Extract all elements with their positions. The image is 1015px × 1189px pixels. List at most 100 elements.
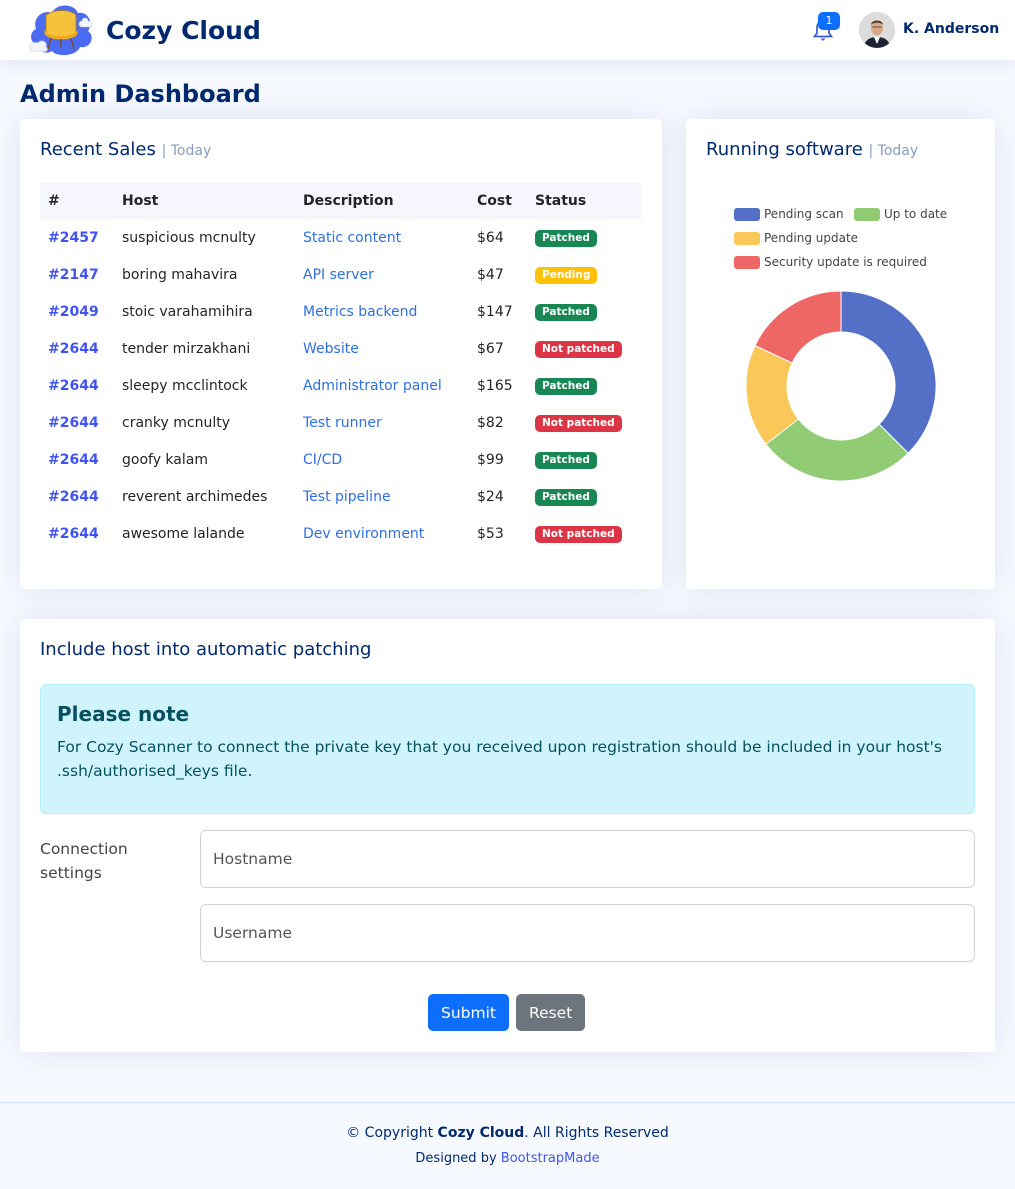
recent-sales-table: # Host Description Cost Status #2457 susp… bbox=[40, 183, 642, 552]
cell-cost: $82 bbox=[477, 414, 504, 431]
recent-sales-table-body: #2457 suspicious mcnulty Static content $64… bbox=[40, 219, 642, 552]
cell-status: Patched bbox=[527, 478, 642, 515]
user-avatar[interactable] bbox=[859, 12, 895, 48]
cell-id: #2644 bbox=[40, 478, 114, 515]
cell-id: #2457 bbox=[40, 219, 114, 256]
designer-link[interactable]: BootstrapMade bbox=[501, 1151, 600, 1166]
brand-name: Cozy Cloud bbox=[106, 15, 261, 45]
cell-id: #2644 bbox=[40, 404, 114, 441]
hostname-input[interactable] bbox=[200, 830, 975, 888]
cell-id: #2644 bbox=[40, 515, 114, 552]
user-name[interactable]: K. Anderson bbox=[903, 21, 999, 37]
legend-label-up-to-date: Up to date bbox=[884, 207, 948, 221]
description-link[interactable]: Dev environment bbox=[303, 526, 424, 542]
cell-id: #2644 bbox=[40, 367, 114, 404]
column-header-cost: Cost bbox=[477, 193, 512, 209]
copyright: © Copyright Cozy Cloud. All Rights Reser… bbox=[0, 1125, 1015, 1141]
patching-title: Include host into automatic patching bbox=[40, 639, 372, 660]
info-alert: Please note For Cozy Scanner to connect … bbox=[40, 684, 975, 814]
cell-status: Not patched bbox=[527, 404, 642, 441]
order-id-link[interactable]: #2644 bbox=[48, 415, 99, 431]
cell-cost: $53 bbox=[477, 525, 504, 542]
legend-label-security-update: Security update is required bbox=[764, 255, 927, 269]
legend-label-pending-scan: Pending scan bbox=[764, 207, 844, 221]
description-link[interactable]: CI/CD bbox=[303, 452, 342, 468]
cell-id: #2147 bbox=[40, 256, 114, 293]
order-id-link[interactable]: #2644 bbox=[48, 378, 99, 394]
cell-status: Pending bbox=[527, 256, 642, 293]
table-row: #2644 goofy kalam CI/CD $99 Patched bbox=[40, 441, 642, 478]
cell-status: Patched bbox=[527, 367, 642, 404]
order-id-link[interactable]: #2644 bbox=[48, 341, 99, 357]
logo-cloud-chair-icon bbox=[29, 5, 93, 56]
cell-status: Patched bbox=[527, 441, 642, 478]
recent-sales-card: Recent Sales | Today # Host Description … bbox=[20, 119, 662, 589]
logo-link[interactable]: Cozy Cloud bbox=[26, 0, 261, 60]
table-row: #2147 boring mahavira API server $47 Pending bbox=[40, 256, 642, 293]
table-header-row: # Host Description Cost Status bbox=[40, 183, 642, 219]
status-badge: Patched bbox=[535, 229, 597, 247]
order-id-link[interactable]: #2457 bbox=[48, 230, 99, 246]
alert-text: For Cozy Scanner to connect the private … bbox=[57, 738, 942, 780]
description-link[interactable]: Static content bbox=[303, 230, 401, 246]
cell-cost: $99 bbox=[477, 451, 504, 468]
cell-host: stoic varahamihira bbox=[122, 303, 253, 320]
running-software-donut-chart bbox=[745, 290, 937, 482]
table-row: #2644 cranky mcnulty Test runner $82 Not pat… bbox=[40, 404, 642, 441]
user-photo-icon bbox=[859, 12, 895, 48]
donut-slice-pending-scan[interactable] bbox=[840, 290, 937, 454]
order-id-link[interactable]: #2644 bbox=[48, 489, 99, 505]
order-id-link[interactable]: #2147 bbox=[48, 267, 99, 283]
cell-description: Test runner bbox=[295, 404, 469, 441]
cell-description: Dev environment bbox=[295, 515, 469, 552]
reset-button[interactable]: Reset bbox=[516, 994, 586, 1031]
description-link[interactable]: Metrics backend bbox=[303, 304, 417, 320]
cell-status: Not patched bbox=[527, 515, 642, 552]
running-software-title: Running software | Today bbox=[706, 139, 918, 160]
description-link[interactable]: API server bbox=[303, 267, 374, 283]
table-row: #2644 tender mirzakhani Website $67 Not patc… bbox=[40, 330, 642, 367]
username-input[interactable] bbox=[200, 904, 975, 962]
description-link[interactable]: Test pipeline bbox=[303, 489, 391, 505]
table-row: #2644 awesome lalande Dev environment $53 No… bbox=[40, 515, 642, 552]
description-link[interactable]: Website bbox=[303, 341, 359, 357]
cell-cost: $64 bbox=[477, 229, 504, 246]
legend-item-security-update[interactable]: Security update is required bbox=[734, 255, 927, 269]
footer: © Copyright Cozy Cloud. All Rights Reser… bbox=[0, 1102, 1015, 1189]
copyright-prefix: © Copyright bbox=[346, 1125, 438, 1141]
column-header-status: Status bbox=[535, 193, 587, 209]
cell-description: Website bbox=[295, 330, 469, 367]
cell-host: reverent archimedes bbox=[122, 488, 268, 505]
table-row: #2644 reverent archimedes Test pipeline $24… bbox=[40, 478, 642, 515]
cell-description: Metrics backend bbox=[295, 293, 469, 330]
cell-status: Not patched bbox=[527, 330, 642, 367]
legend-swatch-security-update bbox=[734, 255, 760, 269]
submit-button[interactable]: Submit bbox=[428, 994, 509, 1031]
cell-host: cranky mcnulty bbox=[122, 414, 230, 431]
cell-cost: $47 bbox=[477, 266, 504, 283]
cell-description: Test pipeline bbox=[295, 478, 469, 515]
description-link[interactable]: Administrator panel bbox=[303, 378, 442, 394]
order-id-link[interactable]: #2049 bbox=[48, 304, 99, 320]
order-id-link[interactable]: #2644 bbox=[48, 526, 99, 542]
page-title: Admin Dashboard bbox=[20, 80, 261, 108]
cell-id: #2644 bbox=[40, 441, 114, 478]
cell-host: sleepy mcclintock bbox=[122, 377, 248, 394]
order-id-link[interactable]: #2644 bbox=[48, 452, 99, 468]
cell-cost: $24 bbox=[477, 488, 504, 505]
cell-host: goofy kalam bbox=[122, 451, 208, 468]
table-row: #2457 suspicious mcnulty Static content $64… bbox=[40, 219, 642, 256]
legend-item-pending-scan[interactable]: Pending scan bbox=[734, 207, 844, 221]
status-badge: Not patched bbox=[535, 525, 622, 543]
description-link[interactable]: Test runner bbox=[303, 415, 382, 431]
cell-description: Administrator panel bbox=[295, 367, 469, 404]
notifications-badge: 1 bbox=[818, 12, 840, 30]
cell-status: Patched bbox=[527, 293, 642, 330]
status-badge: Not patched bbox=[535, 414, 622, 432]
cell-cost: $147 bbox=[477, 303, 513, 320]
legend-item-pending-update[interactable]: Pending update bbox=[734, 231, 858, 245]
credits: Designed by BootstrapMade bbox=[0, 1151, 1015, 1166]
running-software-card: Running software | Today Pending scan Up… bbox=[686, 119, 995, 589]
legend-item-up-to-date[interactable]: Up to date bbox=[854, 207, 947, 221]
legend-label-pending-update: Pending update bbox=[764, 231, 859, 245]
